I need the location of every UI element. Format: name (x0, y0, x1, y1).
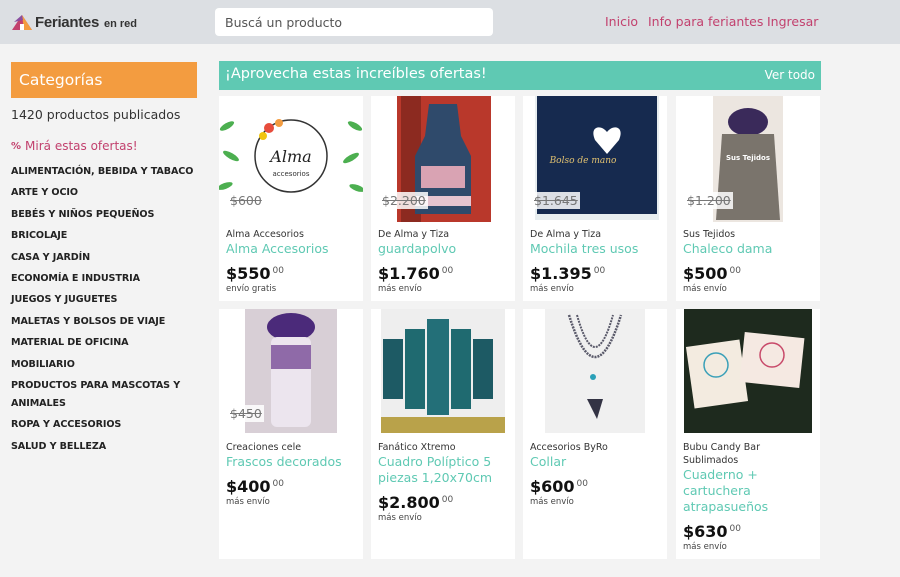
category-list: ALIMENTACIÓN, BEBIDA Y TABACO ARTE Y OCI… (11, 163, 201, 459)
old-price: $2.200 (380, 192, 428, 209)
seller-name: Fanático Xtremo (378, 442, 456, 453)
product-price: $1.395 00 (530, 264, 606, 283)
product-title[interactable]: Collar (530, 454, 662, 470)
site-logo[interactable]: Feriantes en red (11, 10, 137, 34)
shipping-info: más envío (530, 497, 574, 507)
shipping-info: más envío (683, 542, 727, 552)
shipping-info: más envío (530, 284, 574, 294)
product-card[interactable]: Fanático Xtremo Cuadro Políptico 5 pieza… (371, 309, 515, 559)
offers-title: ¡Aprovecha estas increíbles ofertas! (225, 66, 487, 82)
old-price: $1.645 (532, 192, 580, 209)
product-image (371, 309, 515, 435)
seller-name: Sus Tejidos (683, 229, 736, 240)
offers-banner: ¡Aprovecha estas increíbles ofertas! Ver… (219, 61, 821, 90)
offers-link[interactable]: % Mirá estas ofertas! (11, 139, 138, 153)
product-title[interactable]: guardapolvo (378, 241, 510, 257)
product-title[interactable]: Cuaderno + cartuchera atrapasueños (683, 467, 815, 515)
tent-logo-icon (12, 15, 32, 30)
category-item[interactable]: JUEGOS Y JUGUETES (11, 291, 201, 309)
product-price: $400 00 (226, 477, 284, 496)
shipping-info: más envío (378, 513, 422, 523)
category-item[interactable]: MOBILIARIO (11, 356, 201, 374)
product-title[interactable]: Mochila tres usos (530, 241, 662, 257)
nav-link-ingresar[interactable]: Ingresar (767, 14, 818, 29)
percent-icon: % (11, 140, 22, 152)
svg-text:Alma: Alma (268, 147, 311, 166)
product-card[interactable]: Bubu Candy Bar Sublimados Cuaderno + car… (676, 309, 820, 559)
seller-name: De Alma y Tiza (378, 229, 450, 240)
product-card[interactable]: Alma accesorios $600 Alma Accesorios Alm… (219, 96, 363, 301)
top-header: Feriantes en red Inicio Info para ferian… (0, 0, 900, 44)
seller-name: De Alma y Tiza (530, 229, 602, 240)
logo-name: Feriantes (35, 13, 99, 31)
logo-subtitle: en red (104, 17, 138, 30)
product-card[interactable]: $2.200 De Alma y Tiza guardapolvo $1.760… (371, 96, 515, 301)
product-price: $1.760 00 (378, 264, 454, 283)
category-item[interactable]: ECONOMÍA E INDUSTRIA (11, 270, 201, 288)
product-price: $550 00 (226, 264, 284, 283)
category-item[interactable]: PRODUCTOS PARA MASCOTAS Y ANIMALES (11, 377, 201, 413)
category-item[interactable]: ROPA Y ACCESORIOS (11, 416, 201, 434)
product-count: 1420 productos publicados (11, 107, 181, 122)
category-item[interactable]: MALETAS Y BOLSOS DE VIAJE (11, 313, 201, 331)
product-card[interactable]: Bolso de mano $1.645 De Alma y Tiza Moch… (523, 96, 667, 301)
shipping-info: envío gratis (226, 284, 277, 294)
shipping-info: más envío (226, 497, 270, 507)
categories-title: Categorías (11, 62, 197, 98)
product-card[interactable]: Accesorios ByRo Collar $600 00 más envío (523, 309, 667, 559)
search-input[interactable] (215, 8, 493, 36)
svg-text:Sus Tejidos: Sus Tejidos (726, 154, 770, 162)
nav-link-info-feriantes[interactable]: Info para feriantes (648, 14, 763, 29)
product-title[interactable]: Cuadro Políptico 5 piezas 1,20x70cm (378, 454, 510, 486)
category-item[interactable]: MATERIAL DE OFICINA (11, 334, 201, 352)
shipping-info: más envío (683, 284, 727, 294)
offers-link-label: Mirá estas ofertas! (25, 139, 138, 153)
product-price: $630 00 (683, 522, 741, 541)
product-price: $2.800 00 (378, 493, 454, 512)
product-image (676, 309, 820, 435)
seller-name: Creaciones cele (226, 442, 302, 453)
category-item[interactable]: CASA Y JARDÍN (11, 249, 201, 267)
category-item[interactable]: ALIMENTACIÓN, BEBIDA Y TABACO (11, 163, 201, 181)
product-image (523, 309, 667, 435)
seller-name: Accesorios ByRo (530, 442, 608, 453)
product-card[interactable]: Sus Tejidos $1.200 Sus Tejidos Chaleco d… (676, 96, 820, 301)
shipping-info: más envío (378, 284, 422, 294)
product-price: $600 00 (530, 477, 588, 496)
svg-text:accesorios: accesorios (273, 170, 310, 178)
seller-name: Alma Accesorios (226, 229, 304, 240)
category-item[interactable]: BEBÉS Y NIÑOS PEQUEÑOS (11, 206, 201, 224)
product-title[interactable]: Chaleco dama (683, 241, 815, 257)
nav-link-inicio[interactable]: Inicio (605, 14, 638, 29)
old-price: $600 (228, 192, 264, 209)
seller-name: Bubu Candy Bar Sublimados (683, 442, 761, 466)
category-item[interactable]: BRICOLAJE (11, 227, 201, 245)
old-price: $450 (228, 405, 264, 422)
svg-text:Bolso de mano: Bolso de mano (549, 156, 617, 166)
category-item[interactable]: ARTE Y OCIO (11, 184, 201, 202)
product-card[interactable]: $450 Creaciones cele Frascos decorados $… (219, 309, 363, 559)
product-price: $500 00 (683, 264, 741, 283)
see-all-link[interactable]: Ver todo (765, 68, 815, 82)
category-item[interactable]: SALUD Y BELLEZA (11, 438, 201, 456)
old-price: $1.200 (685, 192, 733, 209)
product-title[interactable]: Alma Accesorios (226, 241, 358, 257)
product-title[interactable]: Frascos decorados (226, 454, 358, 470)
